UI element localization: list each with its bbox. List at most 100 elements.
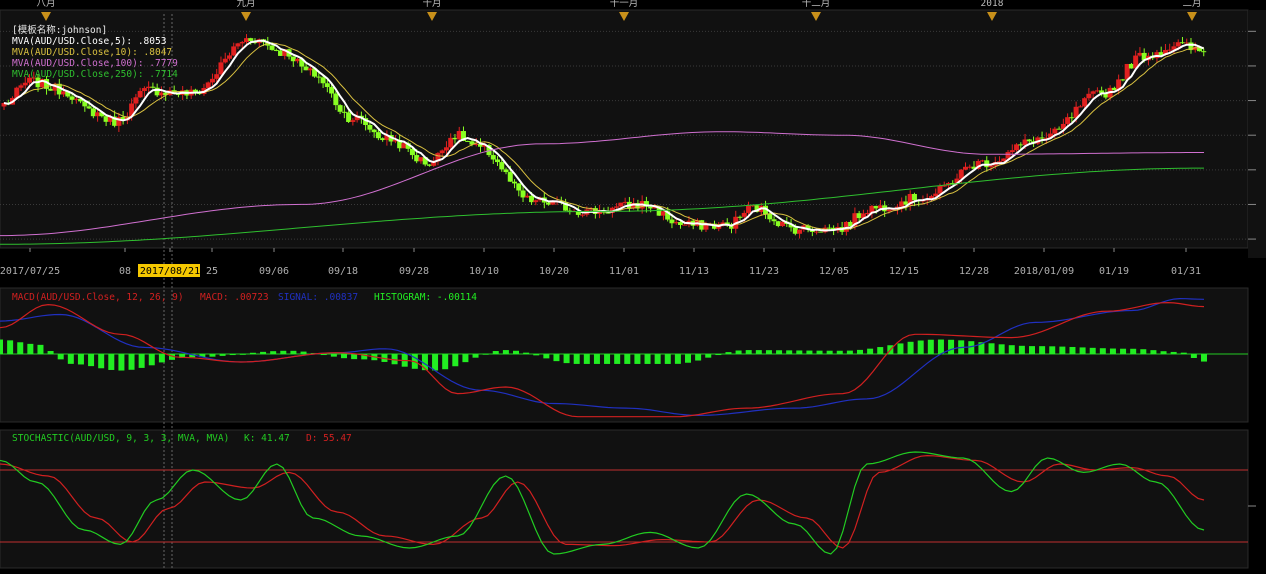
histogram-bar: [1089, 347, 1096, 355]
histogram-bar: [1130, 348, 1137, 355]
histogram-bar: [462, 354, 469, 363]
date-tick-label: 01/31: [1171, 266, 1201, 277]
histogram-bar: [755, 350, 762, 355]
histogram-bar: [927, 339, 934, 355]
histogram-bar: [1180, 352, 1187, 355]
histogram-bar: [614, 354, 621, 364]
date-tick-label: 12/15: [889, 266, 919, 277]
candlestick: [333, 93, 339, 106]
candlestick: [86, 106, 92, 109]
candlestick: [443, 147, 449, 151]
histogram-bar: [229, 354, 236, 356]
histogram-bar: [442, 354, 449, 370]
candlestick: [239, 42, 245, 44]
highlighted-date-label[interactable]: 2017/08/21: [140, 266, 200, 277]
candlestick: [648, 206, 654, 209]
candlestick: [61, 91, 67, 95]
histogram-bar: [664, 354, 671, 364]
histogram-bar: [1029, 346, 1035, 355]
candlestick: [456, 131, 462, 140]
macd-legend: MACD(AUD/USD.Close, 12, 26, 9) MACD: .00…: [12, 292, 477, 303]
histogram-bar: [67, 354, 74, 364]
candlestick: [158, 92, 164, 96]
candlestick: [886, 209, 892, 212]
candlestick: [512, 181, 518, 184]
histogram-bar: [513, 350, 519, 355]
histogram-bar: [765, 350, 772, 355]
histogram-bar: [685, 354, 691, 363]
candlestick: [877, 205, 883, 209]
candlestick: [1039, 137, 1045, 139]
histogram-bar: [523, 352, 530, 355]
candlestick: [465, 140, 471, 142]
candlestick: [380, 138, 386, 141]
candlestick: [741, 212, 747, 217]
candlestick: [499, 162, 505, 170]
histogram-bar: [796, 350, 803, 355]
histogram-bar: [705, 354, 712, 358]
histogram-bar: [867, 348, 874, 355]
candlestick: [278, 50, 284, 56]
date-tick-label: 10/10: [469, 266, 499, 277]
candlestick: [503, 169, 509, 173]
histogram-bar: [1190, 354, 1197, 358]
date-tick-label: 11/23: [749, 266, 779, 277]
date-tick-label: 11/13: [679, 266, 709, 277]
candlestick: [269, 45, 275, 50]
candlestick: [771, 219, 777, 222]
histogram-bar: [239, 353, 246, 355]
candlestick: [103, 116, 109, 122]
candlestick: [873, 205, 879, 209]
candlestick: [937, 186, 943, 194]
candlestick: [341, 111, 347, 113]
candlestick: [1124, 63, 1130, 80]
histogram-bar: [604, 354, 611, 364]
candlestick: [448, 137, 454, 148]
macd-panel[interactable]: [0, 287, 1249, 423]
candlestick: [1065, 117, 1071, 124]
ma10-legend: MVA(AUD/USD.Close,10): .8047: [12, 47, 172, 58]
histogram-bar: [877, 347, 884, 355]
candlestick: [1009, 150, 1015, 153]
candlestick: [418, 157, 424, 162]
month-label: 2018: [981, 0, 1004, 9]
candlestick: [1137, 52, 1143, 56]
histogram-bar: [1039, 346, 1046, 355]
candlestick: [248, 38, 254, 41]
candlestick: [1090, 91, 1096, 94]
candlestick: [1094, 90, 1100, 92]
candlestick: [307, 68, 313, 71]
stoch-panel[interactable]: [0, 429, 1249, 569]
histogram-bar: [108, 354, 115, 370]
candlestick: [18, 85, 24, 88]
candlestick: [614, 206, 620, 208]
template-name-label: [模板名称:johnson]: [12, 24, 107, 36]
date-tick-label: 09/28: [399, 266, 429, 277]
candlestick: [414, 155, 420, 162]
signal-value: SIGNAL: .00837: [278, 292, 358, 303]
macd-legend-title: MACD(AUD/USD.Close, 12, 26, 9) MACD: .00…: [12, 292, 477, 303]
forex-chart-window[interactable]: 八月 九月 十月 十一月 十二月 2018 二月 2017/07/25 08 2017/08/2…: [0, 0, 1266, 570]
candlestick: [346, 112, 352, 122]
candlestick: [214, 74, 220, 79]
candlestick: [48, 88, 54, 91]
candlestick: [1082, 98, 1088, 107]
histogram-bar: [786, 350, 793, 355]
date-tick-label: 10/20: [539, 266, 569, 277]
histogram-bar: [654, 354, 661, 364]
candlestick: [529, 195, 535, 203]
histogram-bar: [432, 354, 439, 371]
histogram-bar: [988, 343, 995, 355]
candlestick: [746, 205, 752, 213]
candlestick: [899, 201, 905, 207]
chart-canvas[interactable]: 八月 九月 十月 十一月 十二月 2018 二月 2017/07/25 08 2017/08/2…: [0, 0, 1266, 570]
histogram-bar: [897, 343, 904, 355]
candlestick: [141, 88, 147, 91]
candlestick: [962, 166, 968, 170]
date-tick-label: 2018/01/09: [1014, 266, 1074, 277]
histogram-value: HISTOGRAM: -.00114: [374, 292, 477, 303]
candlestick: [524, 195, 530, 198]
candlestick: [775, 221, 781, 227]
ma250-legend: MVA(AUD/USD.Close,250): .7714: [12, 69, 178, 80]
month-label: 八月: [36, 0, 55, 9]
